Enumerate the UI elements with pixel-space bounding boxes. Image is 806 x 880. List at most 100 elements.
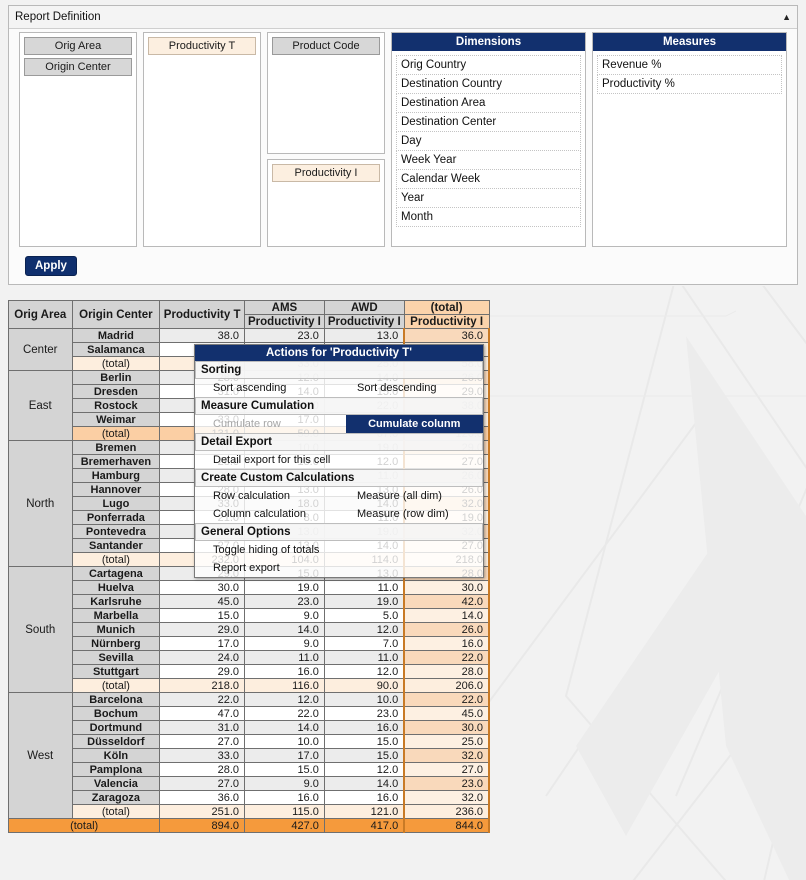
col-header-productivity-t[interactable]: Productivity T xyxy=(159,300,246,329)
col-header-total-measure[interactable]: Productivity I xyxy=(403,314,490,329)
cell-total[interactable]: 30.0 xyxy=(403,720,490,735)
row-header-center[interactable]: Santander xyxy=(71,538,161,553)
cell-total[interactable]: 22.0 xyxy=(403,650,490,665)
cell-productivity-t[interactable]: 31.0 xyxy=(159,720,246,735)
row-group-area[interactable]: Center xyxy=(8,328,73,371)
subtotal-label[interactable]: (total) xyxy=(71,356,161,371)
cell-productivity-t[interactable]: 22.0 xyxy=(159,692,246,707)
cell-ams[interactable]: 16.0 xyxy=(244,664,325,679)
context-menu-item[interactable]: Sort descending xyxy=(339,379,483,397)
cell-awd[interactable]: 5.0 xyxy=(323,608,405,623)
table-row[interactable]: Karlsruhe 45.0 23.0 19.0 42.0 xyxy=(9,594,490,609)
grand-total-awd[interactable]: 417.0 xyxy=(323,818,405,833)
row-group-area[interactable]: West xyxy=(8,692,73,819)
row-header-center[interactable]: Lugo xyxy=(71,496,161,511)
cell-total[interactable]: 36.0 xyxy=(403,328,490,343)
subtotal-total[interactable]: 236.0 xyxy=(403,804,490,819)
cell-total[interactable]: 16.0 xyxy=(403,636,490,651)
triangle-up-icon[interactable]: ▲ xyxy=(782,6,791,28)
cell-productivity-t[interactable]: 27.0 xyxy=(159,734,246,749)
cell-ams[interactable]: 15.0 xyxy=(244,762,325,777)
dimension-item[interactable]: Destination Center xyxy=(396,113,581,132)
table-row[interactable]: Valencia 27.0 9.0 14.0 23.0 xyxy=(9,776,490,791)
cell-productivity-t[interactable]: 17.0 xyxy=(159,636,246,651)
chip-origin-center[interactable]: Origin Center xyxy=(24,58,132,76)
measure-item[interactable]: Productivity % xyxy=(597,75,782,94)
dimension-item[interactable]: Destination Area xyxy=(396,94,581,113)
grand-total-label[interactable]: (total) xyxy=(7,818,161,833)
cell-ams[interactable]: 23.0 xyxy=(244,328,325,343)
row-header-center[interactable]: Sevilla xyxy=(71,650,161,665)
grand-total-productivity-t[interactable]: 894.0 xyxy=(159,818,246,833)
row-header-center[interactable]: Düsseldorf xyxy=(71,734,161,749)
row-header-center[interactable]: Berlin xyxy=(71,370,161,385)
cell-awd[interactable]: 12.0 xyxy=(323,664,405,679)
cell-total[interactable]: 28.0 xyxy=(403,664,490,679)
chip-orig-area[interactable]: Orig Area xyxy=(24,37,132,55)
col-header-awd[interactable]: AWD xyxy=(323,300,405,315)
cell-ams[interactable]: 11.0 xyxy=(244,650,325,665)
cell-productivity-t[interactable]: 27.0 xyxy=(159,776,246,791)
cell-ams[interactable]: 23.0 xyxy=(244,594,325,609)
context-menu-item[interactable]: Toggle hiding of totals xyxy=(195,541,339,559)
cell-productivity-t[interactable]: 29.0 xyxy=(159,622,246,637)
cell-total[interactable]: 26.0 xyxy=(403,622,490,637)
table-row[interactable]: Nürnberg 17.0 9.0 7.0 16.0 xyxy=(9,636,490,651)
cell-total[interactable]: 30.0 xyxy=(403,580,490,595)
col-header-total[interactable]: (total) xyxy=(403,300,490,315)
cell-productivity-t[interactable]: 28.0 xyxy=(159,762,246,777)
row-header-center[interactable]: Rostock xyxy=(71,398,161,413)
cell-awd[interactable]: 15.0 xyxy=(323,748,405,763)
row-header-center[interactable]: Marbella xyxy=(71,608,161,623)
chip-productivity-t[interactable]: Productivity T xyxy=(148,37,256,55)
subtotal-ams[interactable]: 116.0 xyxy=(244,678,325,693)
grand-total-row[interactable]: (total) 894.0 427.0 417.0 844.0 xyxy=(7,818,490,833)
subtotal-label[interactable]: (total) xyxy=(71,804,161,819)
cell-total[interactable]: 25.0 xyxy=(403,734,490,749)
row-header-center[interactable]: Bochum xyxy=(71,706,161,721)
subtotal-row[interactable]: (total) 251.0 115.0 121.0 236.0 xyxy=(9,804,490,819)
subtotal-productivity-t[interactable]: 218.0 xyxy=(159,678,246,693)
dimension-item[interactable]: Orig Country xyxy=(396,55,581,75)
context-menu-item[interactable]: Column calculation xyxy=(195,505,339,523)
cell-total[interactable]: 23.0 xyxy=(403,776,490,791)
cell-awd[interactable]: 12.0 xyxy=(323,762,405,777)
row-header-center[interactable]: Munich xyxy=(71,622,161,637)
cell-productivity-t[interactable]: 47.0 xyxy=(159,706,246,721)
row-group-area[interactable]: North xyxy=(8,440,73,567)
row-group-area[interactable]: East xyxy=(8,370,73,441)
row-header-center[interactable]: Köln xyxy=(71,748,161,763)
dimension-item[interactable]: Month xyxy=(396,208,581,227)
cell-ams[interactable]: 19.0 xyxy=(244,580,325,595)
subtotal-awd[interactable]: 90.0 xyxy=(323,678,405,693)
row-header-center[interactable]: Bremen xyxy=(71,440,161,455)
cell-ams[interactable]: 10.0 xyxy=(244,734,325,749)
table-row[interactable]: West Barcelona 22.0 12.0 10.0 22.0 xyxy=(8,692,490,819)
context-menu-item[interactable]: Report export xyxy=(195,559,339,577)
row-header-center[interactable]: Ponferrada xyxy=(71,510,161,525)
table-row[interactable]: Center Madrid 38.0 23.0 13.0 36.0 xyxy=(8,328,490,371)
cell-ams[interactable]: 14.0 xyxy=(244,622,325,637)
cell-awd[interactable]: 15.0 xyxy=(323,734,405,749)
cell-awd[interactable]: 12.0 xyxy=(323,622,405,637)
context-menu-item[interactable]: Detail export for this cell xyxy=(195,451,339,469)
col-header-origin-center[interactable]: Origin Center xyxy=(71,300,161,329)
apply-button[interactable]: Apply xyxy=(25,256,77,276)
col-header-ams-measure[interactable]: Productivity I xyxy=(244,314,325,329)
table-row[interactable]: Pamplona 28.0 15.0 12.0 27.0 xyxy=(9,762,490,777)
cell-ams[interactable]: 12.0 xyxy=(244,692,325,707)
row-header-center[interactable]: Dortmund xyxy=(71,720,161,735)
cell-awd[interactable]: 16.0 xyxy=(323,720,405,735)
dropzone-rows[interactable]: Orig Area Origin Center xyxy=(19,32,137,247)
cell-awd[interactable]: 11.0 xyxy=(323,580,405,595)
row-header-center[interactable]: Stuttgart xyxy=(71,664,161,679)
table-row[interactable]: Marbella 15.0 9.0 5.0 14.0 xyxy=(9,608,490,623)
table-row[interactable]: Huelva 30.0 19.0 11.0 30.0 xyxy=(9,580,490,595)
context-menu-item[interactable]: Measure (all dim) xyxy=(339,487,483,505)
row-header-center[interactable]: Madrid xyxy=(71,328,161,343)
row-header-center[interactable]: Pamplona xyxy=(71,762,161,777)
dropzone-filter-bottom[interactable]: Productivity I xyxy=(267,159,385,247)
cell-productivity-t[interactable]: 38.0 xyxy=(159,328,246,343)
cell-ams[interactable]: 9.0 xyxy=(244,636,325,651)
subtotal-label[interactable]: (total) xyxy=(71,552,161,567)
